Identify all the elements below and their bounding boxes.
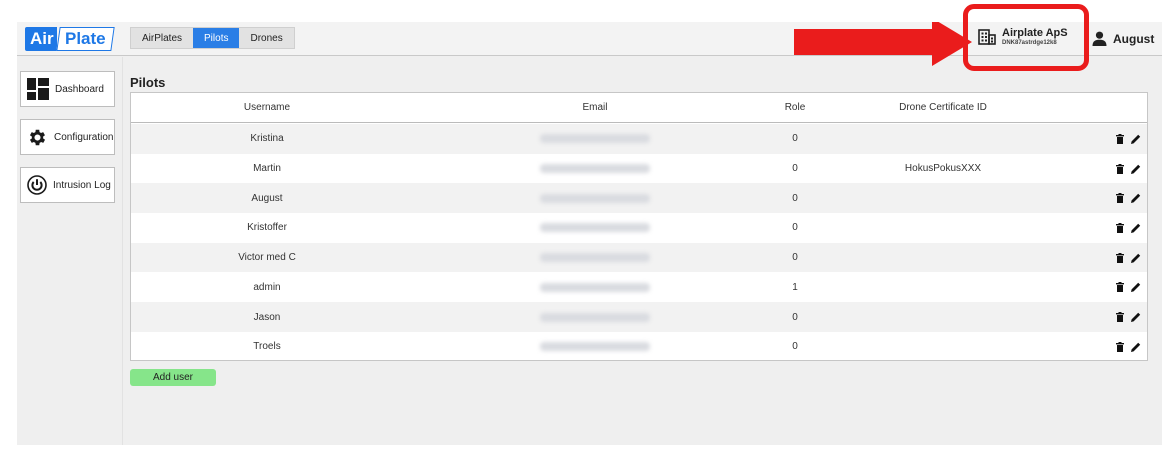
cell-role: 1 [792,281,798,293]
company-name: Airplate ApS [1002,27,1068,39]
edit-pencil-icon[interactable] [1131,223,1141,233]
trash-icon[interactable] [1116,252,1124,263]
cell-cert [873,183,1013,213]
column-header-email: Email [582,102,608,113]
cell-email-redacted [515,332,675,362]
red-arrow-annotation [794,22,972,66]
cell-cert [873,332,1013,362]
pilots-table: Username Email Role Drone Certificate ID… [130,92,1148,361]
cell-username: Troels [253,341,281,353]
trash-icon[interactable] [1116,163,1124,174]
cell-email-redacted [515,183,675,213]
edit-pencil-icon[interactable] [1131,164,1141,174]
tab-pilots[interactable]: Pilots [193,28,240,48]
column-header-username: Username [243,102,291,113]
cell-username: admin [253,281,281,293]
cell-username: Jason [253,311,281,323]
cell-username: August [251,192,283,204]
trash-icon[interactable] [1116,222,1124,233]
building-icon [978,28,996,45]
table-row: Martin 0 HokusPokusXXX [131,154,1147,184]
cell-role: 0 [792,163,798,175]
logo-plate: Plate [64,29,106,48]
gear-icon [29,129,46,145]
cell-role: 0 [792,133,798,145]
app-window: Air Plate AirPlates Pilots Drones Airpla… [17,4,1162,445]
table-row: Troels 0 [131,332,1147,362]
edit-pencil-icon[interactable] [1131,312,1141,323]
cell-cert: HokusPokusXXX [904,163,982,175]
sidebar-item-label: Dashboard [55,83,104,95]
edit-pencil-icon[interactable] [1131,193,1141,204]
sidebar-item-intrusion-log[interactable]: Intrusion Log [20,167,115,203]
cell-email-redacted [515,302,675,332]
user-icon [1092,31,1107,46]
edit-pencil-icon[interactable] [1131,282,1141,293]
sidebar-item-dashboard[interactable]: Dashboard [20,71,115,107]
cell-role: 0 [792,311,798,323]
cell-cert [873,213,1013,243]
add-user-button[interactable]: Add user [130,369,216,386]
trash-icon[interactable] [1116,341,1124,352]
cell-cert [873,273,1013,303]
cell-role: 0 [792,222,798,234]
company-code: DNK87astrdge12k8 [1002,40,1057,46]
table-header: Username Email Role Drone Certificate ID [131,93,1147,123]
table-row: Victor med C 0 [131,242,1147,273]
sidebar-item-label: Intrusion Log [53,179,111,191]
tab-drones[interactable]: Drones [239,28,293,48]
tab-airplates[interactable]: AirPlates [131,28,193,48]
user-name: August [1113,31,1155,46]
table-row: Kristoffer 0 [131,213,1147,243]
trash-icon[interactable] [1116,193,1124,204]
power-icon [27,175,47,195]
airplate-logo[interactable]: Air Plate [25,27,114,51]
table-row: August 0 [131,183,1147,214]
cell-email-redacted [515,154,675,184]
page-title: Pilots [130,75,166,90]
edit-pencil-icon[interactable] [1131,134,1141,144]
table-row: Jason 0 [131,302,1147,332]
cell-cert [873,124,1013,154]
cell-cert [873,302,1013,332]
trash-icon[interactable] [1116,282,1124,293]
cell-email-redacted [515,273,675,303]
column-header-role: Role [784,102,806,113]
cell-username: Kristoffer [247,222,287,234]
top-bar: Air Plate AirPlates Pilots Drones Airpla… [17,4,1162,71]
cell-email-redacted [515,124,675,154]
user-menu[interactable]: August [1092,31,1154,46]
cell-email-redacted [515,213,675,243]
cell-role: 0 [792,192,798,204]
cell-username: Kristina [250,133,284,145]
dashboard-icon [27,78,49,100]
nav-tabs: AirPlates Pilots Drones [130,27,295,49]
column-header-cert: Drone Certificate ID [899,102,987,113]
sidebar: Dashboard Configuration Intrusion Log [17,57,123,445]
trash-icon[interactable] [1116,312,1124,323]
cell-cert [873,243,1013,273]
cell-email-redacted [515,243,675,273]
edit-pencil-icon[interactable] [1131,342,1141,352]
cell-role: 0 [792,252,798,264]
company-selector[interactable]: Airplate ApS DNK87astrdge12k8 [978,27,1068,46]
logo-air: Air [25,27,57,51]
cell-role: 0 [792,341,798,353]
sidebar-item-configuration[interactable]: Configuration [20,119,115,155]
cell-username: Victor med C [238,252,296,264]
edit-pencil-icon[interactable] [1131,253,1141,263]
cell-username: Martin [253,163,281,175]
table-row: Kristina 0 [131,124,1147,154]
trash-icon[interactable] [1116,133,1124,144]
sidebar-item-label: Configuration [54,131,114,143]
table-row: admin 1 [131,273,1147,303]
